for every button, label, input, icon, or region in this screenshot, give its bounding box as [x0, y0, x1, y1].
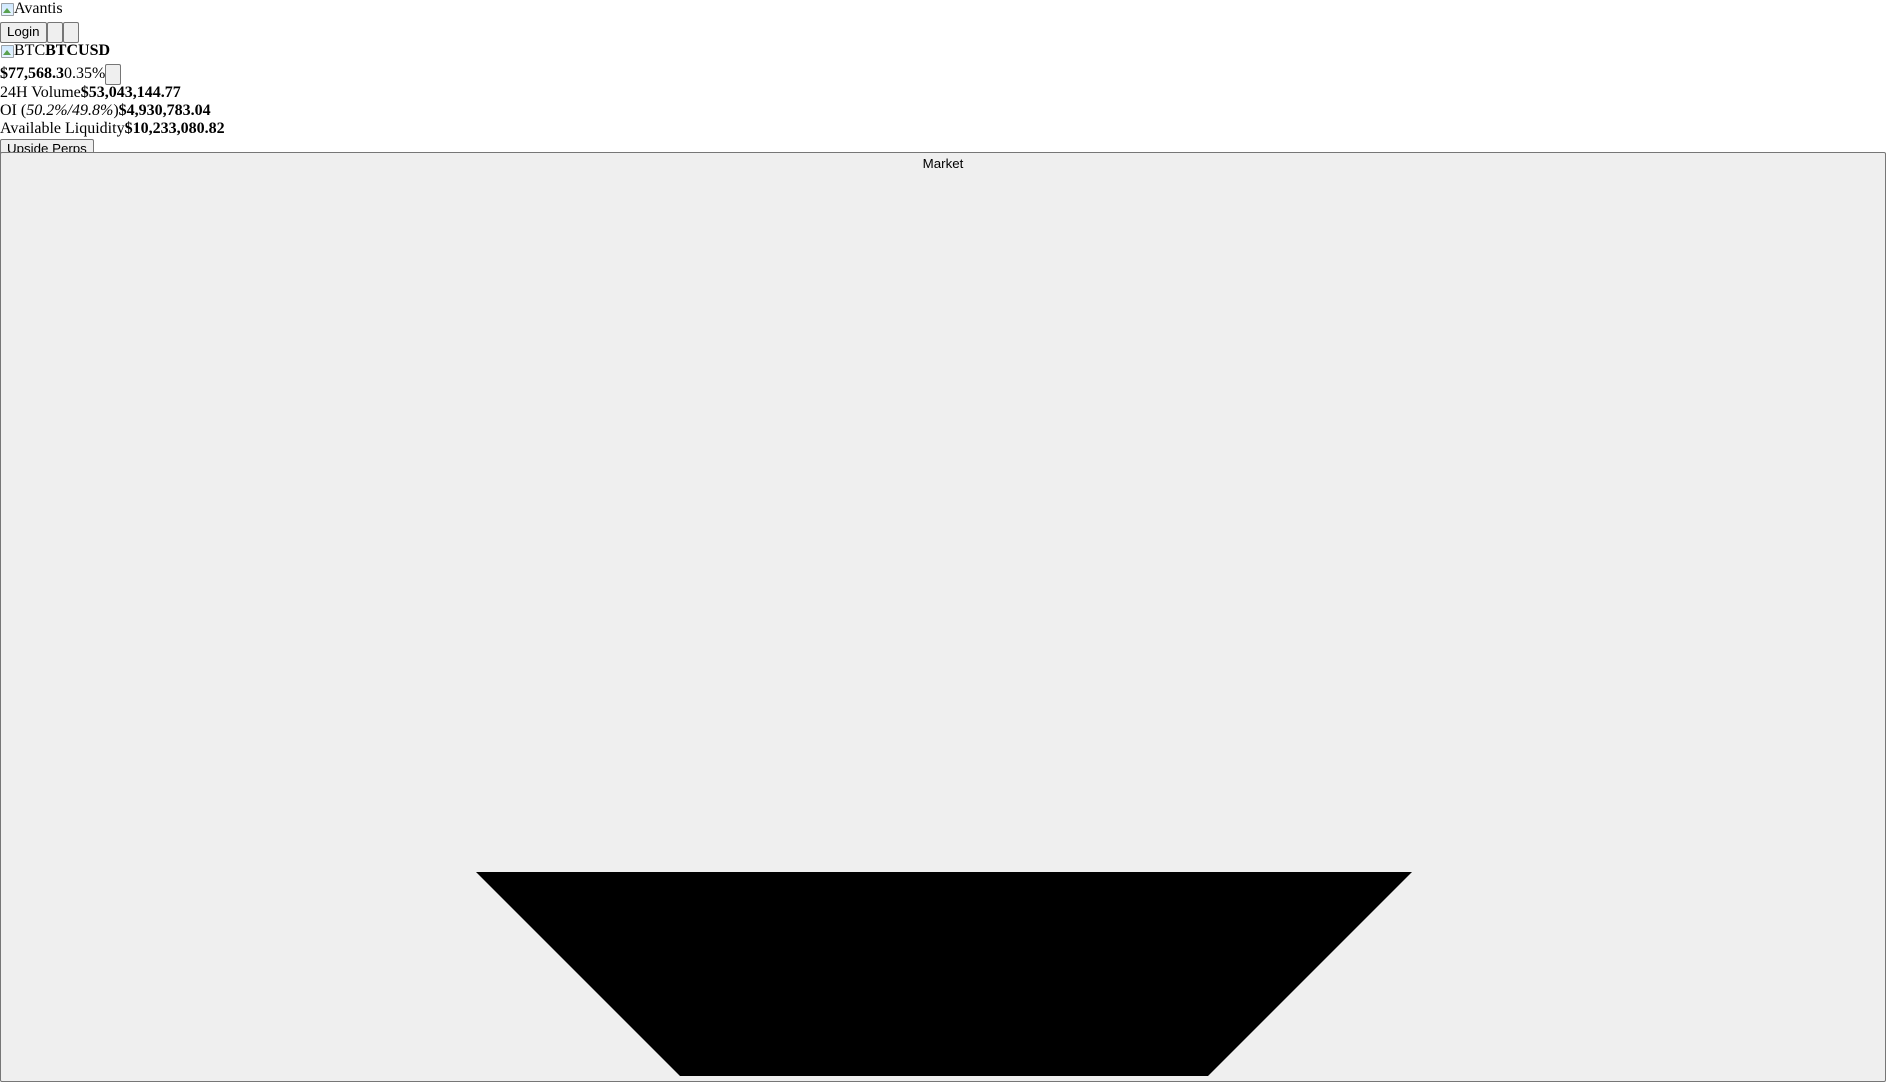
liquidity-label: Available Liquidity [0, 120, 125, 137]
market-select-label: Market [922, 156, 964, 171]
liquidity-row: Available Liquidity$10,233,080.82 [0, 120, 225, 138]
broken-image-icon [0, 2, 14, 16]
broken-image-icon [0, 44, 14, 58]
btc-icon-alt: BTC [14, 42, 46, 59]
oi-value: $4,930,783.04 [118, 102, 211, 119]
triangle-down-icon [476, 872, 1412, 1076]
price-change: 0.35% [64, 65, 106, 82]
current-price: $77,568.3 [0, 65, 64, 82]
page-top: Avantis Login BTC BTCUSD $77,568.30.35% 2… [0, 0, 225, 160]
oi-label-prefix: OI ( [0, 102, 27, 119]
avantis-logo[interactable]: Avantis [0, 0, 63, 18]
avantis-logo-alt: Avantis [14, 0, 63, 17]
oi-long-percent: 50.2% [26, 102, 68, 119]
oi-short-percent: 49.8% [72, 102, 114, 119]
header-actions: Login [0, 21, 225, 43]
price-row: $77,568.30.35% [0, 63, 225, 85]
market-select-button[interactable]: Market [0, 152, 1886, 1082]
volume-row: 24H Volume$53,043,144.77 [0, 84, 225, 102]
volume-value: $53,043,144.77 [80, 84, 181, 101]
market-pair[interactable]: BTC BTCUSD [0, 42, 110, 60]
login-button[interactable]: Login [0, 21, 47, 43]
pair-name: BTCUSD [45, 42, 111, 59]
liquidity-value: $10,233,080.82 [124, 120, 225, 137]
volume-label: 24H Volume [0, 84, 81, 101]
price-toggle-button[interactable] [105, 63, 122, 85]
open-interest-row: OI (50.2%/49.8%)$4,930,783.04 [0, 102, 225, 120]
icon-button-2[interactable] [62, 21, 79, 43]
icon-button-1[interactable] [46, 21, 63, 43]
